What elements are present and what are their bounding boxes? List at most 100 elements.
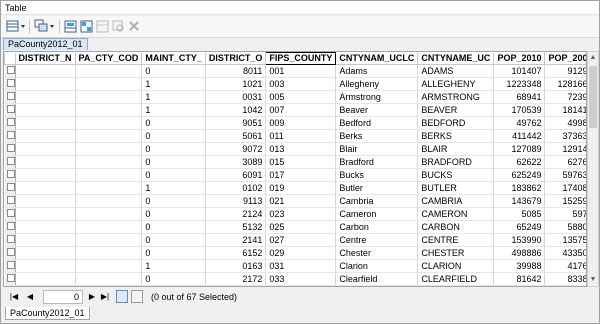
attribute-table-grid[interactable]: DISTRICT_N PA_CTY_COD MAINT_CTY_ DISTRICT_O… xyxy=(3,51,587,287)
related-tables-button[interactable] xyxy=(33,19,57,35)
tab-pacounty2012-01[interactable]: PaCounty2012_01 xyxy=(3,38,88,50)
table-cell[interactable]: 003 xyxy=(265,77,337,91)
table-cell[interactable]: BEAVER xyxy=(417,103,495,117)
delete-selected-button[interactable] xyxy=(127,19,141,35)
table-cell[interactable] xyxy=(15,77,76,91)
table-cell[interactable]: 1 xyxy=(141,77,206,91)
table-cell[interactable]: 91292 xyxy=(544,64,586,78)
table-cell[interactable]: 019 xyxy=(265,181,337,195)
table-cell[interactable] xyxy=(15,129,76,143)
table-cell[interactable]: 49984 xyxy=(544,116,586,130)
table-cell[interactable]: Cambria xyxy=(335,194,419,208)
table-cell[interactable]: 0 xyxy=(141,194,206,208)
table-cell[interactable]: 0 xyxy=(141,246,206,260)
table-cell[interactable] xyxy=(15,259,76,273)
table-cell[interactable]: 6091 xyxy=(205,168,267,182)
row-selector[interactable] xyxy=(4,90,16,104)
table-cell[interactable]: BERKS xyxy=(417,129,495,143)
next-record-icon[interactable]: ▶ xyxy=(87,291,97,303)
table-row[interactable]: 10102019ButlerBUTLER183862174083 xyxy=(4,181,586,195)
row-selector[interactable] xyxy=(4,233,16,247)
previous-record-icon[interactable]: ◀ xyxy=(25,291,35,303)
table-cell[interactable]: 5132 xyxy=(205,220,267,234)
table-cell[interactable]: 58802 xyxy=(544,220,586,234)
table-cell[interactable]: ADAMS xyxy=(417,64,495,78)
table-cell[interactable] xyxy=(75,233,143,247)
table-cell[interactable]: 183862 xyxy=(493,181,546,195)
table-cell[interactable] xyxy=(75,272,143,286)
row-selector[interactable] xyxy=(4,207,16,221)
table-cell[interactable]: 1 xyxy=(141,259,206,273)
table-row[interactable]: 05061011BerksBERKS411442373638 xyxy=(4,129,586,143)
table-cell[interactable]: 1281666 xyxy=(544,77,586,91)
table-cell[interactable]: Adams xyxy=(335,64,419,78)
table-cell[interactable]: 62622 xyxy=(493,155,546,169)
table-cell[interactable] xyxy=(15,64,76,78)
table-cell[interactable]: 0 xyxy=(141,142,206,156)
table-cell[interactable] xyxy=(75,142,143,156)
table-cell[interactable]: 031 xyxy=(265,259,337,273)
row-selector-header[interactable] xyxy=(4,52,16,65)
table-cell[interactable]: 8011 xyxy=(205,64,267,78)
row-selector[interactable] xyxy=(4,64,16,78)
table-cell[interactable]: 498886 xyxy=(493,246,546,260)
table-cell[interactable]: 39238 xyxy=(493,285,546,286)
table-cell[interactable]: 0 xyxy=(141,155,206,169)
row-selector[interactable] xyxy=(4,129,16,143)
table-cell[interactable] xyxy=(15,103,76,117)
table-cell[interactable]: CLEARFIELD xyxy=(417,272,495,286)
row-selector[interactable] xyxy=(4,181,16,195)
table-cell[interactable]: 5085 xyxy=(493,207,546,221)
table-cell[interactable] xyxy=(75,207,143,221)
table-cell[interactable] xyxy=(75,64,143,78)
table-cell[interactable] xyxy=(15,233,76,247)
table-cell[interactable]: 0 xyxy=(141,220,206,234)
table-row[interactable]: 08011001AdamsADAMS10140791292 xyxy=(4,64,586,78)
table-cell[interactable]: 1042 xyxy=(205,103,267,117)
table-cell[interactable] xyxy=(15,246,76,260)
table-cell[interactable]: 0 xyxy=(141,285,206,286)
row-selector[interactable] xyxy=(4,103,16,117)
table-cell[interactable]: 433501 xyxy=(544,246,586,260)
table-cell[interactable] xyxy=(75,77,143,91)
vertical-scrollbar[interactable]: ▲ ▼ xyxy=(587,51,599,287)
table-cell[interactable] xyxy=(15,90,76,104)
table-row[interactable]: 02172033ClearfieldCLEARFIELD8164283382 xyxy=(4,272,586,286)
table-cell[interactable] xyxy=(75,129,143,143)
table-cell[interactable]: Bucks xyxy=(335,168,419,182)
table-cell[interactable] xyxy=(75,194,143,208)
table-cell[interactable]: BUTLER xyxy=(417,181,495,195)
table-cell[interactable] xyxy=(15,272,76,286)
row-selector[interactable] xyxy=(4,259,16,273)
table-cell[interactable]: Armstrong xyxy=(335,90,419,104)
column-header-cntyname-uc[interactable]: CNTYNAME_UC xyxy=(417,52,495,65)
table-cell[interactable]: 5974 xyxy=(544,207,586,221)
table-cell[interactable]: 72392 xyxy=(544,90,586,104)
table-cell[interactable] xyxy=(75,181,143,195)
row-selector[interactable] xyxy=(4,116,16,130)
row-selector[interactable] xyxy=(4,142,16,156)
table-cell[interactable]: Centre xyxy=(335,233,419,247)
table-cell[interactable]: 373638 xyxy=(544,129,586,143)
table-cell[interactable]: 001 xyxy=(265,64,337,78)
table-cell[interactable]: 021 xyxy=(265,194,337,208)
clear-selection-button[interactable] xyxy=(95,19,109,35)
show-all-records-button[interactable] xyxy=(116,290,128,303)
table-cell[interactable]: 1021 xyxy=(205,77,267,91)
table-cell[interactable]: 027 xyxy=(265,233,337,247)
table-cell[interactable]: 174083 xyxy=(544,181,586,195)
column-header-fips-county[interactable]: FIPS_COUNTY xyxy=(265,52,337,65)
table-cell[interactable]: Blair xyxy=(335,142,419,156)
table-cell[interactable]: Chester xyxy=(335,246,419,260)
table-cell[interactable]: 170539 xyxy=(493,103,546,117)
table-cell[interactable]: 9113 xyxy=(205,194,267,208)
table-row[interactable]: 06152029ChesterCHESTER498886433501 xyxy=(4,246,586,260)
table-cell[interactable]: 0 xyxy=(141,64,206,78)
table-cell[interactable]: 6152 xyxy=(205,246,267,260)
table-cell[interactable] xyxy=(15,116,76,130)
table-cell[interactable]: BLAIR xyxy=(417,142,495,156)
column-header-district-o[interactable]: DISTRICT_O xyxy=(204,52,267,65)
last-record-icon[interactable]: ▶| xyxy=(99,291,111,303)
table-cell[interactable]: 135758 xyxy=(544,233,586,247)
table-cell[interactable]: 39988 xyxy=(493,259,546,273)
